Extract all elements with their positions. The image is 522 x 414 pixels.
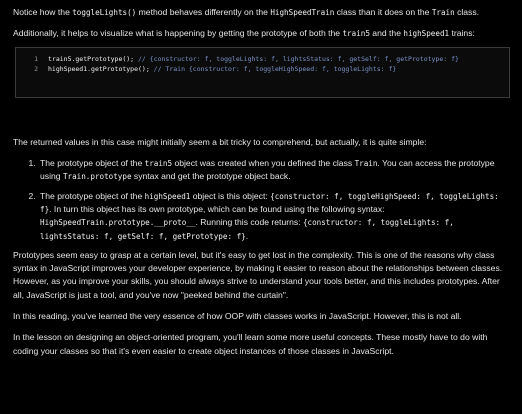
intro-paragraph-1: Notice how the toggleLights() method beh… xyxy=(13,7,480,17)
explanation-list: The prototype object of the train5 objec… xyxy=(13,157,510,243)
inline-code: highSpeed1 xyxy=(403,29,450,39)
code-comment: // {constructor: f, toggleLights: f, lig… xyxy=(138,54,459,63)
inline-code: toggleLights() xyxy=(72,8,137,17)
complexity-paragraph: Prototypes seem easy to grasp at a certa… xyxy=(13,249,503,300)
reading-content: Notice how the toggleLights() method beh… xyxy=(0,0,522,414)
code-line: 1 train5.getPrototype(); // {constructor… xyxy=(16,54,509,64)
code-text: train5.getPrototype(); xyxy=(48,54,139,63)
inline-code: Train xyxy=(354,158,378,168)
inline-code: highSpeed1 xyxy=(144,191,191,201)
code-text: highSpeed1.getPrototype(); xyxy=(48,64,154,73)
list-item: The prototype object of the train5 objec… xyxy=(38,157,510,184)
inline-code: HighSpeedTrain.prototype.__proto__ xyxy=(40,218,196,228)
returned-values-paragraph: The returned values in this case might i… xyxy=(13,136,427,147)
inline-code: Train.prototype xyxy=(62,172,132,182)
list-item: The prototype object of the highSpeed1 o… xyxy=(38,190,510,243)
line-number: 2 xyxy=(34,64,38,73)
code-block[interactable]: 1 train5.getPrototype(); // {constructor… xyxy=(15,46,510,98)
intro-paragraph-2: Additionally, it helps to visualize what… xyxy=(13,28,475,39)
inline-code: HighSpeedTrain xyxy=(270,8,335,17)
next-lesson-paragraph: In the lesson on designing an object-ori… xyxy=(13,332,488,356)
code-comment: // Train {constructor: f, toggleHighSpee… xyxy=(153,64,397,73)
essence-paragraph: In this reading, you've learned the very… xyxy=(13,311,462,322)
inline-code: train5 xyxy=(144,158,173,168)
code-line: 2 highSpeed1.getPrototype(); // Train {c… xyxy=(16,64,509,74)
inline-code: Train xyxy=(431,8,455,17)
line-number: 1 xyxy=(34,54,38,63)
inline-code: train5 xyxy=(342,29,370,39)
